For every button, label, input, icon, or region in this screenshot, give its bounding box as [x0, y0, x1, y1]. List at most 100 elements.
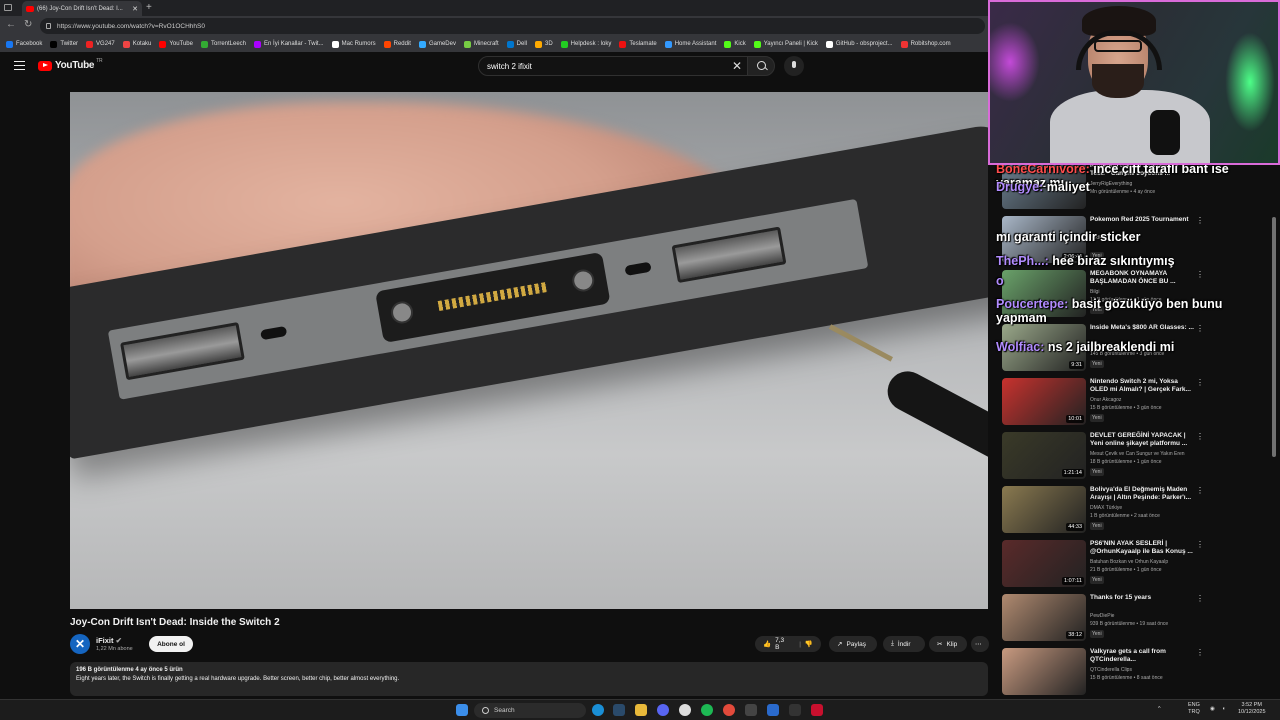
- more-options-icon[interactable]: ⋮: [1196, 270, 1204, 279]
- description-box[interactable]: 196 B görüntülenme 4 ay önce 5 ürün Eigh…: [70, 662, 988, 696]
- video-thumbnail[interactable]: 1:21:14: [1002, 432, 1086, 479]
- video-thumbnail[interactable]: 9:31: [1002, 324, 1086, 371]
- recommended-video[interactable]: 10:01 Nintendo Switch 2 mi, Yoksa OLED mi…: [1000, 378, 1260, 428]
- more-options-icon[interactable]: ⋮: [1196, 324, 1204, 333]
- video-thumbnail[interactable]: [1002, 648, 1086, 695]
- new-tab-icon[interactable]: +: [146, 2, 152, 13]
- like-dislike-button[interactable]: 👍 7,3 B | 👎: [755, 636, 821, 652]
- bookmark-item[interactable]: Reddit: [383, 40, 411, 48]
- video-channel[interactable]: Bilgi: [1090, 289, 1099, 295]
- video-title[interactable]: Pokemon Red 2025 Tournament: [1090, 216, 1194, 224]
- video-thumbnail[interactable]: 2:06:44: [1002, 216, 1086, 263]
- video-title[interactable]: Valkyrae gets a call from QTCinderella..…: [1090, 648, 1194, 664]
- back-icon[interactable]: ←: [6, 19, 16, 30]
- video-player[interactable]: [70, 92, 988, 609]
- more-options-icon[interactable]: ⋮: [1196, 216, 1204, 225]
- video-channel[interactable]: Onur Akcagoz: [1090, 397, 1121, 403]
- video-channel[interactable]: Batuhan Bozkan ve Orhun Kayaalp: [1090, 559, 1168, 565]
- video-thumbnail[interactable]: 44:33: [1002, 486, 1086, 533]
- voice-search-icon[interactable]: [784, 56, 804, 76]
- file-explorer-icon[interactable]: [635, 704, 647, 716]
- video-title[interactable]: Inside Meta's $800 AR Glasses: ...: [1090, 324, 1194, 332]
- app2-icon[interactable]: [767, 704, 779, 716]
- recommended-video[interactable]: 2:06:44 Pokemon Red 2025 Tournament RedRag…: [1000, 216, 1260, 266]
- spotify-icon[interactable]: [701, 704, 713, 716]
- steam-icon[interactable]: [613, 704, 625, 716]
- chrome-icon[interactable]: [723, 704, 735, 716]
- more-options-icon[interactable]: ⋮: [1196, 432, 1204, 441]
- bookmark-item[interactable]: Minecraft: [463, 40, 499, 48]
- bookmark-item[interactable]: Helpdesk : loky: [560, 40, 611, 48]
- more-options-icon[interactable]: ⋮: [1196, 648, 1204, 657]
- close-icon[interactable]: ✕: [132, 5, 138, 13]
- youtube-logo[interactable]: YouTube TR: [38, 58, 103, 71]
- bookmark-item[interactable]: Twitter: [50, 40, 78, 48]
- video-channel[interactable]: JerryRigEverything: [1090, 181, 1132, 187]
- discord-icon[interactable]: [657, 704, 669, 716]
- video-title[interactable]: MEGABONK OYNAMAYA BAŞLAMADAN ÖNCE BU ...: [1090, 270, 1194, 286]
- video-channel[interactable]: DMAX Türkiye: [1090, 505, 1122, 511]
- scrollbar[interactable]: [1272, 217, 1276, 457]
- video-thumbnail[interactable]: 1:07:11: [1002, 540, 1086, 587]
- bookmark-item[interactable]: Teslamate: [619, 40, 657, 48]
- bookmark-item[interactable]: Mac Rumors: [331, 40, 376, 48]
- recommended-video[interactable]: 1:07:11 PS6'NIN AYAK SESLERİ | @OrhunKaya…: [1000, 540, 1260, 590]
- bookmark-item[interactable]: Robitshop.com: [900, 40, 951, 48]
- more-options-icon[interactable]: ⋮: [1196, 486, 1204, 495]
- video-thumbnail[interactable]: [1002, 270, 1086, 317]
- recommended-video[interactable]: MEGABONK OYNAMAYA BAŞLAMADAN ÖNCE BU ...…: [1000, 270, 1260, 320]
- dislike-icon[interactable]: 👎: [805, 640, 813, 648]
- bookmark-item[interactable]: Kick: [724, 40, 746, 48]
- video-title[interactable]: Nintendo Switch 2 mi, Yoksa OLED mi Alma…: [1090, 378, 1194, 394]
- bookmark-item[interactable]: GameDev: [418, 40, 456, 48]
- video-channel[interactable]: PewDiePie: [1090, 613, 1114, 619]
- recommended-video[interactable]: Valkyrae gets a call from QTCinderella..…: [1000, 648, 1260, 698]
- recommended-video[interactable]: 38:12 Thanks for 15 years PewDiePie 939 B g…: [1000, 594, 1260, 644]
- clock[interactable]: 3:52 PM 10/12/2025: [1238, 702, 1266, 716]
- reload-icon[interactable]: ↻: [24, 19, 32, 30]
- windows-start-icon[interactable]: [456, 704, 468, 716]
- like-icon[interactable]: 👍: [763, 640, 771, 648]
- subscribe-button[interactable]: Abone ol: [149, 636, 193, 652]
- bookmark-item[interactable]: Kotaku: [122, 40, 151, 48]
- edge-icon[interactable]: [592, 704, 604, 716]
- video-channel[interactable]: iFixit: [1090, 343, 1100, 349]
- bookmark-item[interactable]: YouTube: [159, 40, 193, 48]
- video-title[interactable]: Bolivya'da El Değmemiş Maden Arayışı | A…: [1090, 486, 1194, 502]
- more-options-icon[interactable]: ⋮: [1196, 594, 1204, 603]
- video-channel[interactable]: QTCinderella Clips: [1090, 667, 1132, 673]
- search-button[interactable]: [747, 56, 775, 76]
- channel-avatar[interactable]: ✕: [70, 634, 90, 654]
- more-options-icon[interactable]: ⋮: [1196, 378, 1204, 387]
- menu-icon[interactable]: [14, 61, 25, 70]
- tray-chevron-icon[interactable]: ^: [1158, 706, 1161, 713]
- bookmark-item[interactable]: 3D: [535, 40, 553, 48]
- bookmark-item[interactable]: GitHub - obsproject...: [825, 40, 893, 48]
- bookmark-item[interactable]: Facebook: [6, 40, 42, 48]
- url-input[interactable]: https://www.youtube.com/watch?v=RvO1OCHh…: [40, 18, 985, 34]
- bookmark-item[interactable]: Yayıncı Paneli | Kick: [753, 40, 818, 48]
- recommended-video[interactable]: 44:33 Bolivya'da El Değmemiş Maden Arayış…: [1000, 486, 1260, 536]
- network-icon[interactable]: ◉: [1210, 706, 1215, 713]
- clear-search-icon[interactable]: ✕: [732, 59, 742, 73]
- recommended-video[interactable]: Nintendo Switch 2 Durability Test! - Can…: [1000, 162, 1260, 212]
- bookmark-item[interactable]: En İyi Kanallar - Twit...: [254, 40, 324, 48]
- browser-tab[interactable]: (66) Joy-Con Drift Isn't Dead: I... ✕: [22, 1, 142, 16]
- bookmark-item[interactable]: Home Assistant: [664, 40, 716, 48]
- clip-button[interactable]: ✂ Klip: [929, 636, 967, 652]
- video-thumbnail[interactable]: [1002, 162, 1086, 209]
- bookmark-item[interactable]: Dell: [506, 40, 527, 48]
- taskbar-search[interactable]: Search: [474, 703, 586, 718]
- language-indicator[interactable]: ENG TRQ: [1188, 702, 1200, 716]
- app4-icon[interactable]: [811, 704, 823, 716]
- video-title[interactable]: DEVLET GEREĞİNİ YAPACAK | Yeni online şi…: [1090, 432, 1194, 448]
- obs-icon[interactable]: [679, 704, 691, 716]
- bookmark-item[interactable]: VG247: [86, 40, 115, 48]
- more-options-icon[interactable]: ⋮: [1196, 540, 1204, 549]
- video-channel[interactable]: Mesut Çevik ve Can Sungur ve Yakın Eren: [1090, 451, 1185, 457]
- app3-icon[interactable]: [789, 704, 801, 716]
- window-menu-icon[interactable]: [4, 4, 12, 11]
- video-channel[interactable]: RedRageTV: [1090, 235, 1118, 241]
- video-thumbnail[interactable]: 10:01: [1002, 378, 1086, 425]
- video-title[interactable]: Thanks for 15 years: [1090, 594, 1194, 602]
